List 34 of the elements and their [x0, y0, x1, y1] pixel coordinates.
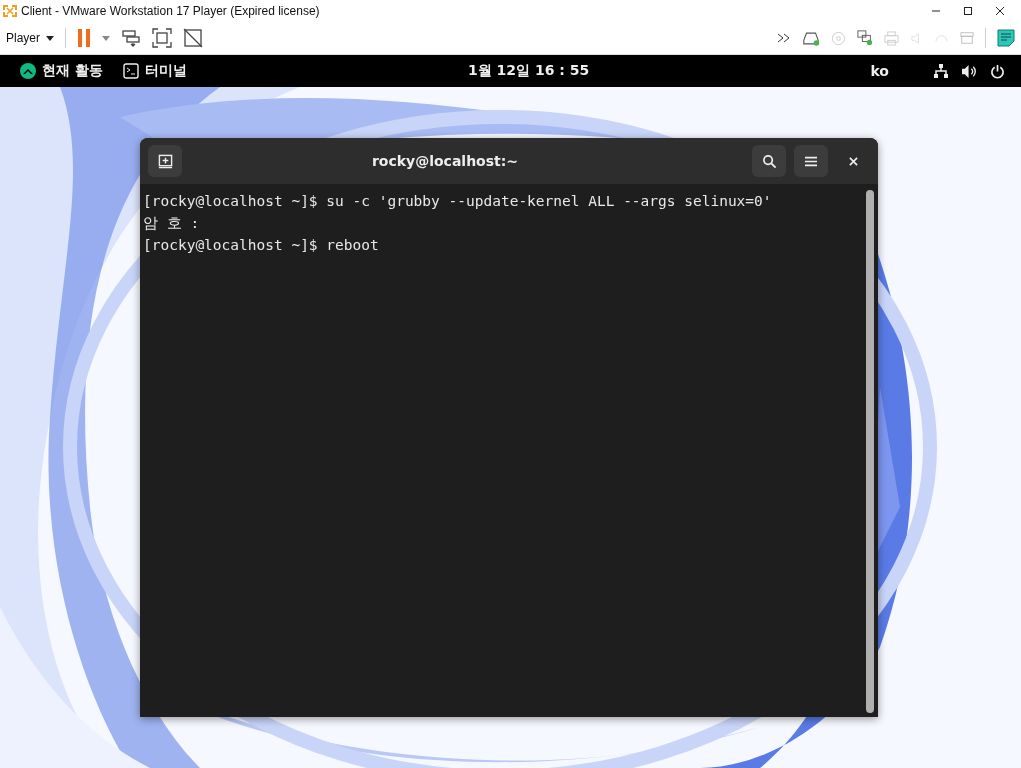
double-chevron-icon[interactable] — [777, 33, 791, 43]
terminal-app-menu[interactable]: 터미널 — [118, 62, 191, 80]
close-icon[interactable] — [995, 6, 1005, 16]
maximize-icon[interactable] — [963, 6, 973, 16]
search-icon — [761, 153, 777, 169]
caret-icon[interactable] — [102, 35, 110, 41]
terminal-line: 암 호 : — [143, 214, 201, 233]
network-adapter-icon[interactable] — [857, 30, 873, 46]
search-button[interactable] — [752, 145, 786, 177]
caret-icon — [46, 35, 54, 41]
clock[interactable]: 1월 12일 16 : 55 — [464, 62, 594, 80]
power-icon[interactable] — [990, 63, 1005, 79]
terminal-title: rocky@localhost:~ — [370, 153, 520, 169]
window-title: Client - VMware Workstation 17 Player (Expired license) — [21, 4, 321, 18]
terminal-line: [rocky@localhost ~]$ su -c 'grubby --update-kernel ALL --args selinux=0' — [143, 192, 773, 211]
terminal-icon — [122, 63, 139, 79]
new-tab-button[interactable] — [148, 145, 182, 177]
activities-button[interactable]: 현재 활동 — [16, 62, 107, 80]
input-method-indicator[interactable]: ko — [866, 63, 893, 79]
new-tab-icon — [157, 153, 173, 169]
logo — [20, 63, 36, 79]
send-keys-icon[interactable] — [121, 28, 141, 48]
note-icon[interactable] — [997, 29, 1015, 47]
volume-icon[interactable] — [961, 63, 978, 79]
terminal-line: [rocky@localhost ~]$ reboot — [143, 236, 380, 255]
player-menu[interactable]: Player — [6, 31, 54, 45]
network-icon[interactable] — [933, 63, 949, 79]
scrollbar[interactable] — [866, 190, 874, 713]
close-icon — [848, 156, 858, 166]
menu-button[interactable] — [794, 145, 828, 177]
pause-icon[interactable] — [77, 29, 91, 47]
app-icon — [2, 3, 18, 19]
menu-icon — [805, 155, 817, 167]
fullscreen-icon[interactable] — [152, 28, 172, 48]
